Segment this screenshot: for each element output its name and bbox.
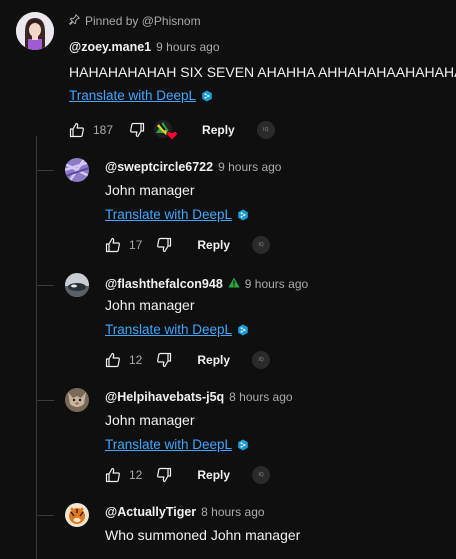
reply-header: @Helpihavebats-j5q 8 hours ago (105, 390, 293, 404)
pinned-text: Pinned by @Phisnom (85, 14, 201, 28)
reply-actions: 12 Reply IQ (105, 351, 271, 369)
like-count: 17 (129, 238, 143, 252)
creator-heart-icon (153, 119, 179, 141)
translate-text[interactable]: Translate with DeepL (69, 88, 196, 103)
reply-text: Who summoned John manager (105, 527, 301, 543)
timestamp[interactable]: 8 hours ago (229, 390, 292, 404)
iq-badge-icon[interactable]: IQ (256, 121, 275, 139)
avatar[interactable] (65, 503, 89, 527)
thread-line (36, 136, 37, 559)
like-count: 12 (129, 353, 143, 367)
comment-header: @zoey.mane1 9 hours ago (69, 40, 220, 54)
iq-badge-text: IQ (258, 357, 264, 363)
reply-button[interactable]: Reply (197, 468, 230, 482)
thread-elbow (36, 515, 54, 516)
iq-badge-text: IQ (263, 127, 269, 133)
like-count: 12 (129, 468, 143, 482)
translate-link[interactable]: Translate with DeepL (105, 322, 249, 337)
translate-text[interactable]: Translate with DeepL (105, 322, 232, 337)
reply-text: John manager (105, 412, 195, 428)
author-handle[interactable]: @sweptcircle6722 (105, 160, 213, 174)
reply-text: John manager (105, 182, 195, 198)
iq-badge-icon[interactable]: IQ (252, 466, 271, 484)
author-handle[interactable]: @ActuallyTiger (105, 505, 196, 519)
avatar[interactable] (65, 273, 89, 297)
thread-elbow (36, 400, 54, 401)
reply-button[interactable]: Reply (197, 353, 230, 367)
iq-badge-text: IQ (258, 472, 264, 478)
translate-link[interactable]: Translate with DeepL (105, 207, 249, 222)
reply-actions: 12 Reply IQ (105, 466, 271, 484)
thumbs-up-icon[interactable] (105, 352, 121, 368)
deepl-icon (237, 324, 249, 336)
thumbs-down-icon[interactable] (129, 122, 145, 138)
pin-icon (69, 14, 80, 28)
reply-actions: 17 Reply IQ (105, 236, 271, 254)
author-handle[interactable]: @zoey.mane1 (69, 40, 151, 54)
timestamp[interactable]: 9 hours ago (218, 160, 281, 174)
thumbs-down-icon[interactable] (156, 467, 172, 483)
avatar[interactable] (65, 158, 89, 182)
avatar[interactable] (16, 12, 54, 50)
author-handle[interactable]: @flashthefalcon948 (105, 277, 223, 291)
thumbs-up-icon[interactable] (105, 467, 121, 483)
reply-header: @sweptcircle6722 9 hours ago (105, 160, 281, 174)
timestamp[interactable]: 8 hours ago (201, 505, 264, 519)
reply-button[interactable]: Reply (197, 238, 230, 252)
reply-text: John manager (105, 297, 195, 313)
warning-triangle-icon (228, 275, 240, 288)
deepl-icon (201, 90, 213, 102)
thread-elbow (36, 170, 54, 171)
timestamp[interactable]: 9 hours ago (156, 40, 219, 54)
comment-actions: 187 Reply IQ (69, 119, 275, 141)
deepl-icon (237, 439, 249, 451)
comment-text: HAHAHAHAHAH SIX SEVEN AHAHHA AHHAHAHAAHA… (69, 64, 456, 80)
like-count: 187 (93, 123, 114, 137)
iq-badge-icon[interactable]: IQ (252, 236, 271, 254)
translate-text[interactable]: Translate with DeepL (105, 207, 232, 222)
thumbs-up-icon[interactable] (105, 237, 121, 253)
thumbs-up-icon[interactable] (69, 122, 85, 138)
deepl-icon (237, 209, 249, 221)
translate-link[interactable]: Translate with DeepL (105, 437, 249, 452)
comments-thread: Pinned by @Phisnom @zoey.mane1 9 hours a… (0, 0, 456, 559)
thumbs-down-icon[interactable] (156, 352, 172, 368)
reply-button[interactable]: Reply (202, 123, 235, 137)
pinned-label: Pinned by @Phisnom (69, 14, 201, 28)
thread-elbow (36, 285, 54, 286)
author-handle[interactable]: @Helpihavebats-j5q (105, 390, 224, 404)
avatar[interactable] (65, 388, 89, 412)
reply-header: @ActuallyTiger 8 hours ago (105, 505, 265, 519)
reply-header: @flashthefalcon948 9 hours ago (105, 275, 308, 291)
thumbs-down-icon[interactable] (156, 237, 172, 253)
timestamp[interactable]: 9 hours ago (245, 277, 308, 291)
translate-link[interactable]: Translate with DeepL (69, 88, 213, 103)
iq-badge-icon[interactable]: IQ (252, 351, 271, 369)
translate-text[interactable]: Translate with DeepL (105, 437, 232, 452)
iq-badge-text: IQ (258, 242, 264, 248)
